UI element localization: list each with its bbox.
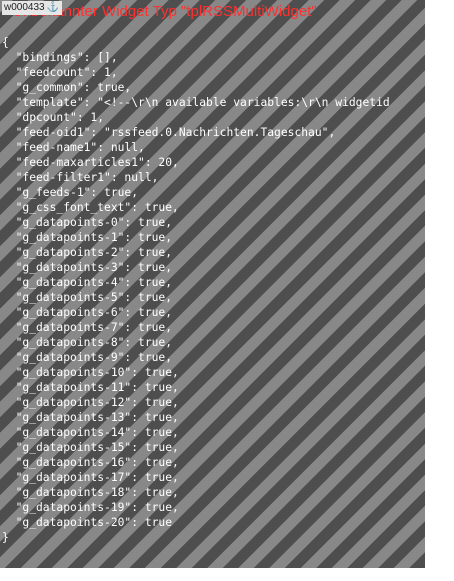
json-line: "g_datapoints-9": true, [2, 351, 173, 364]
json-line: "g_datapoints-20": true [2, 516, 173, 529]
json-line: "feed-maxarticles1": 20, [2, 156, 179, 169]
page-background-bottom [0, 568, 454, 581]
json-line: "g_datapoints-7": true, [2, 321, 173, 334]
json-line: "g_datapoints-2": true, [2, 246, 173, 259]
json-line: } [2, 531, 9, 544]
json-line: "g_datapoints-18": true, [2, 486, 179, 499]
json-line: "g_datapoints-5": true, [2, 291, 173, 304]
json-line: "g_datapoints-10": true, [2, 366, 179, 379]
json-line: "g_datapoints-16": true, [2, 456, 179, 469]
json-line: "g_datapoints-3": true, [2, 261, 173, 274]
json-line: "g_datapoints-8": true, [2, 336, 173, 349]
json-line: "feed-oid1": "rssfeed.0.Nachrichten.Tage… [2, 126, 336, 139]
anchor-icon: ⚓ [46, 2, 60, 13]
page-background-right [425, 0, 454, 581]
json-line: "g_datapoints-11": true, [2, 381, 179, 394]
widget-json-dump: { "bindings": [], "feedcount": 1, "g_com… [2, 35, 390, 545]
json-line: "g_datapoints-1": true, [2, 231, 173, 244]
json-line: "bindings": [], [2, 51, 118, 64]
json-line: "g_datapoints-0": true, [2, 216, 173, 229]
json-line: "dpcount": 1, [2, 111, 105, 124]
json-line: "g_datapoints-6": true, [2, 306, 173, 319]
json-line: "feed-filter1": null, [2, 171, 159, 184]
json-line: "template": "<!--\r\n available variable… [2, 96, 390, 109]
json-line: "g_common": true, [2, 81, 132, 94]
json-line: "g_datapoints-15": true, [2, 441, 179, 454]
widget-id-label: w000433 [4, 2, 45, 13]
json-line: "g_css_font_text": true, [2, 201, 179, 214]
json-line: "g_datapoints-4": true, [2, 276, 173, 289]
json-line: "g_feeds-1": true, [2, 186, 139, 199]
json-line: "g_datapoints-14": true, [2, 426, 179, 439]
json-line: { [2, 36, 9, 49]
json-line: "g_datapoints-19": true, [2, 501, 179, 514]
unknown-widget-placeholder[interactable]: Unbekannter Widget Typ "tplRSSMultiWidge… [0, 0, 425, 568]
json-line: "feed-name1": null, [2, 141, 145, 154]
widget-id-badge[interactable]: w000433 ⚓ [2, 1, 63, 15]
json-line: "feedcount": 1, [2, 66, 118, 79]
json-line: "g_datapoints-12": true, [2, 396, 179, 409]
json-line: "g_datapoints-13": true, [2, 411, 179, 424]
json-line: "g_datapoints-17": true, [2, 471, 179, 484]
